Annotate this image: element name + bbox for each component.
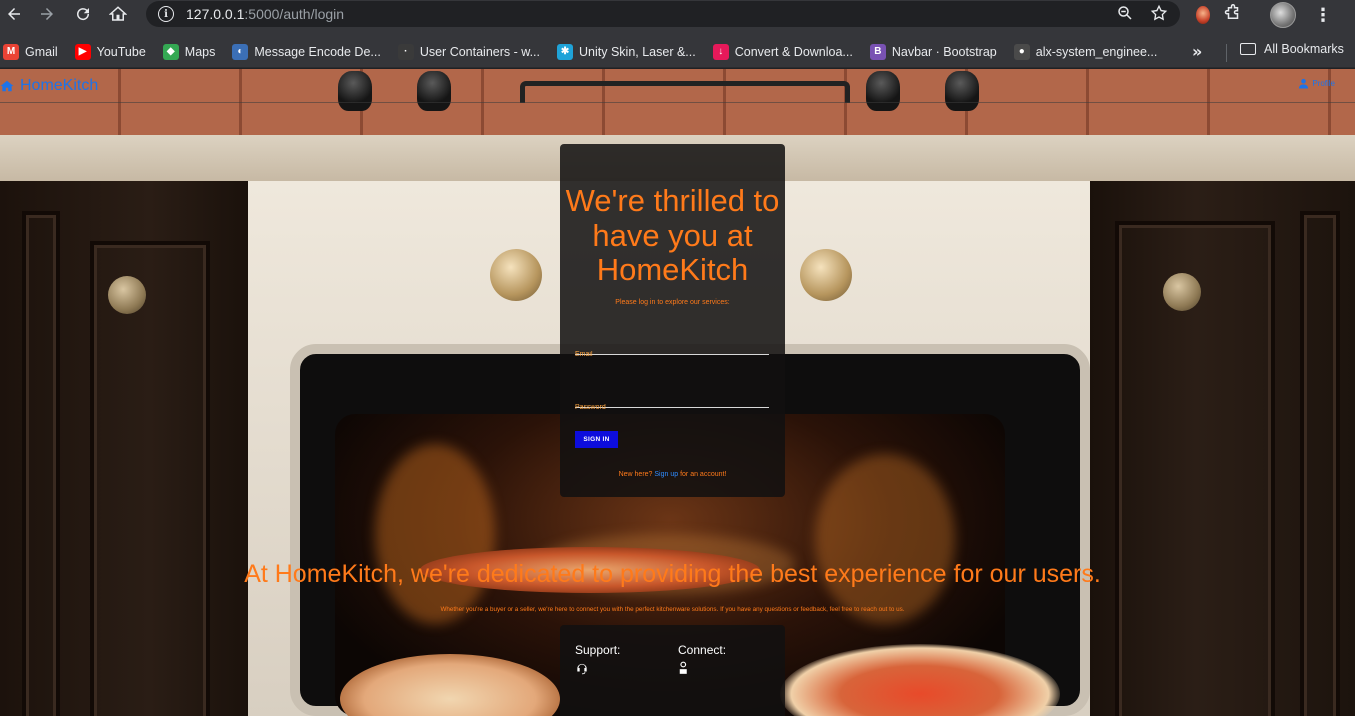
convert-download-icon: ↓ bbox=[712, 43, 729, 60]
message-encode-icon: ◐ bbox=[232, 43, 249, 60]
arrow-left-icon bbox=[8, 8, 20, 20]
gmail-icon: M bbox=[3, 43, 19, 60]
signup-link[interactable]: Sign up bbox=[654, 471, 678, 478]
url-host: 127.0.0.1 bbox=[186, 6, 245, 22]
bookmark-label: Navbar · Bootstrap bbox=[891, 44, 997, 59]
youtube-icon: ▶ bbox=[74, 43, 91, 60]
star-icon[interactable] bbox=[1150, 4, 1168, 22]
brand-name: HomeKitch bbox=[20, 76, 99, 94]
footer-card: Support: Connect: bbox=[560, 625, 785, 716]
bookmark-item[interactable]: ↓ Convert & Downloa... bbox=[712, 43, 853, 60]
email-field-wrapper bbox=[575, 341, 769, 361]
tagline-subtitle: Whether you're a buyer or a seller, we'r… bbox=[440, 606, 905, 613]
login-subtitle: Please log in to explore our services: bbox=[615, 299, 730, 306]
support-section: Support: bbox=[575, 643, 620, 675]
tagline-heading: At HomeKitch, we're dedicated to providi… bbox=[244, 560, 1101, 588]
password-field-wrapper bbox=[575, 394, 769, 414]
all-bookmarks-label: All Bookmarks bbox=[1264, 42, 1344, 56]
all-bookmarks-button[interactable]: All Bookmarks bbox=[1240, 42, 1344, 56]
url-path: :5000/auth/login bbox=[244, 6, 345, 22]
arrow-right-icon bbox=[41, 8, 53, 20]
profile-avatar[interactable] bbox=[1270, 2, 1296, 28]
profile-link[interactable]: Profile bbox=[1298, 78, 1335, 89]
password-input[interactable] bbox=[575, 401, 769, 414]
more-bookmarks-icon[interactable]: » bbox=[1192, 42, 1202, 61]
bookmark-item[interactable]: B Navbar · Bootstrap bbox=[869, 43, 997, 60]
bookmark-label: User Containers - w... bbox=[419, 44, 541, 59]
github-icon: ● bbox=[1013, 43, 1030, 60]
bookmark-item[interactable]: ✱ Unity Skin, Laser &... bbox=[557, 43, 696, 60]
bookmark-label: Convert & Downloa... bbox=[734, 44, 853, 59]
connect-icon[interactable] bbox=[678, 661, 692, 675]
url-text[interactable]: 127.0.0.1:5000/auth/login bbox=[186, 6, 344, 22]
bookmark-divider bbox=[1226, 44, 1227, 62]
bookmark-label: Gmail bbox=[25, 44, 58, 59]
bookmark-item[interactable]: ▶ YouTube bbox=[74, 43, 146, 60]
bookmark-item[interactable]: · User Containers - w... bbox=[397, 43, 541, 60]
back-button[interactable] bbox=[0, 0, 28, 28]
left-cabinet bbox=[0, 181, 250, 716]
login-card: We're thrilled to have you at HomeKitch … bbox=[560, 144, 785, 497]
folder-icon bbox=[1240, 43, 1256, 55]
support-label: Support: bbox=[575, 643, 621, 657]
profile-label: Profile bbox=[1312, 79, 1335, 88]
browser-toolbar: i 127.0.0.1:5000/auth/login ⋮ bbox=[0, 0, 1355, 36]
bookmark-item[interactable]: ◆ Maps bbox=[162, 43, 216, 60]
bookmark-list: M Gmail ▶ YouTube ◆ Maps ◐ Message Encode De...… bbox=[0, 43, 1174, 60]
welcome-heading: We're thrilled to have you at HomeKitch bbox=[565, 183, 780, 287]
extensions-button[interactable] bbox=[1224, 4, 1242, 26]
reload-icon bbox=[77, 8, 90, 21]
connect-section: Connect: bbox=[678, 643, 726, 675]
sign-in-button[interactable]: SIGN IN bbox=[575, 431, 618, 448]
signup-suffix: for an account! bbox=[678, 471, 727, 478]
bookmark-label: alx-system_enginee... bbox=[1035, 44, 1158, 59]
home-button[interactable] bbox=[104, 0, 132, 28]
bookmark-item[interactable]: M Gmail bbox=[3, 43, 58, 60]
headset-icon[interactable] bbox=[575, 661, 589, 675]
user-icon bbox=[1299, 78, 1309, 89]
user-containers-icon: · bbox=[397, 43, 414, 60]
right-cabinet bbox=[1090, 181, 1355, 716]
signup-prompt: New here? Sign up for an account! bbox=[560, 471, 785, 478]
bookmark-label: Unity Skin, Laser &... bbox=[579, 44, 696, 59]
bookmarks-bar: M Gmail ▶ YouTube ◆ Maps ◐ Message Encode De...… bbox=[0, 36, 1355, 68]
bookmark-label: YouTube bbox=[96, 44, 146, 59]
extension-icon[interactable] bbox=[1196, 6, 1210, 24]
signup-prefix: New here? bbox=[618, 471, 655, 478]
forward-button[interactable] bbox=[33, 0, 61, 28]
connect-label: Connect: bbox=[678, 643, 727, 657]
home-icon bbox=[109, 6, 127, 21]
puzzle-icon bbox=[1224, 4, 1239, 19]
page-viewport: HomeKitch Profile We're thrilled to have… bbox=[0, 69, 1355, 716]
home-icon bbox=[0, 80, 14, 91]
brand-link[interactable]: HomeKitch bbox=[0, 77, 98, 95]
email-input[interactable] bbox=[575, 348, 769, 361]
bookmark-item[interactable]: ● alx-system_enginee... bbox=[1013, 43, 1158, 60]
maps-icon: ◆ bbox=[162, 43, 179, 60]
reload-button[interactable] bbox=[69, 0, 97, 28]
site-info-icon[interactable]: i bbox=[158, 6, 174, 22]
zoom-icon[interactable] bbox=[1116, 4, 1134, 22]
bookmark-item[interactable]: ◐ Message Encode De... bbox=[232, 43, 381, 60]
bookmark-label: Maps bbox=[184, 44, 216, 59]
unity-skin-icon: ✱ bbox=[557, 43, 574, 60]
bootstrap-icon: B bbox=[869, 43, 886, 60]
address-bar[interactable]: i 127.0.0.1:5000/auth/login bbox=[146, 1, 1180, 27]
menu-dots-icon[interactable]: ⋮ bbox=[1314, 5, 1332, 26]
bookmark-label: Message Encode De... bbox=[254, 44, 381, 59]
app-navbar: HomeKitch Profile bbox=[0, 69, 1355, 103]
